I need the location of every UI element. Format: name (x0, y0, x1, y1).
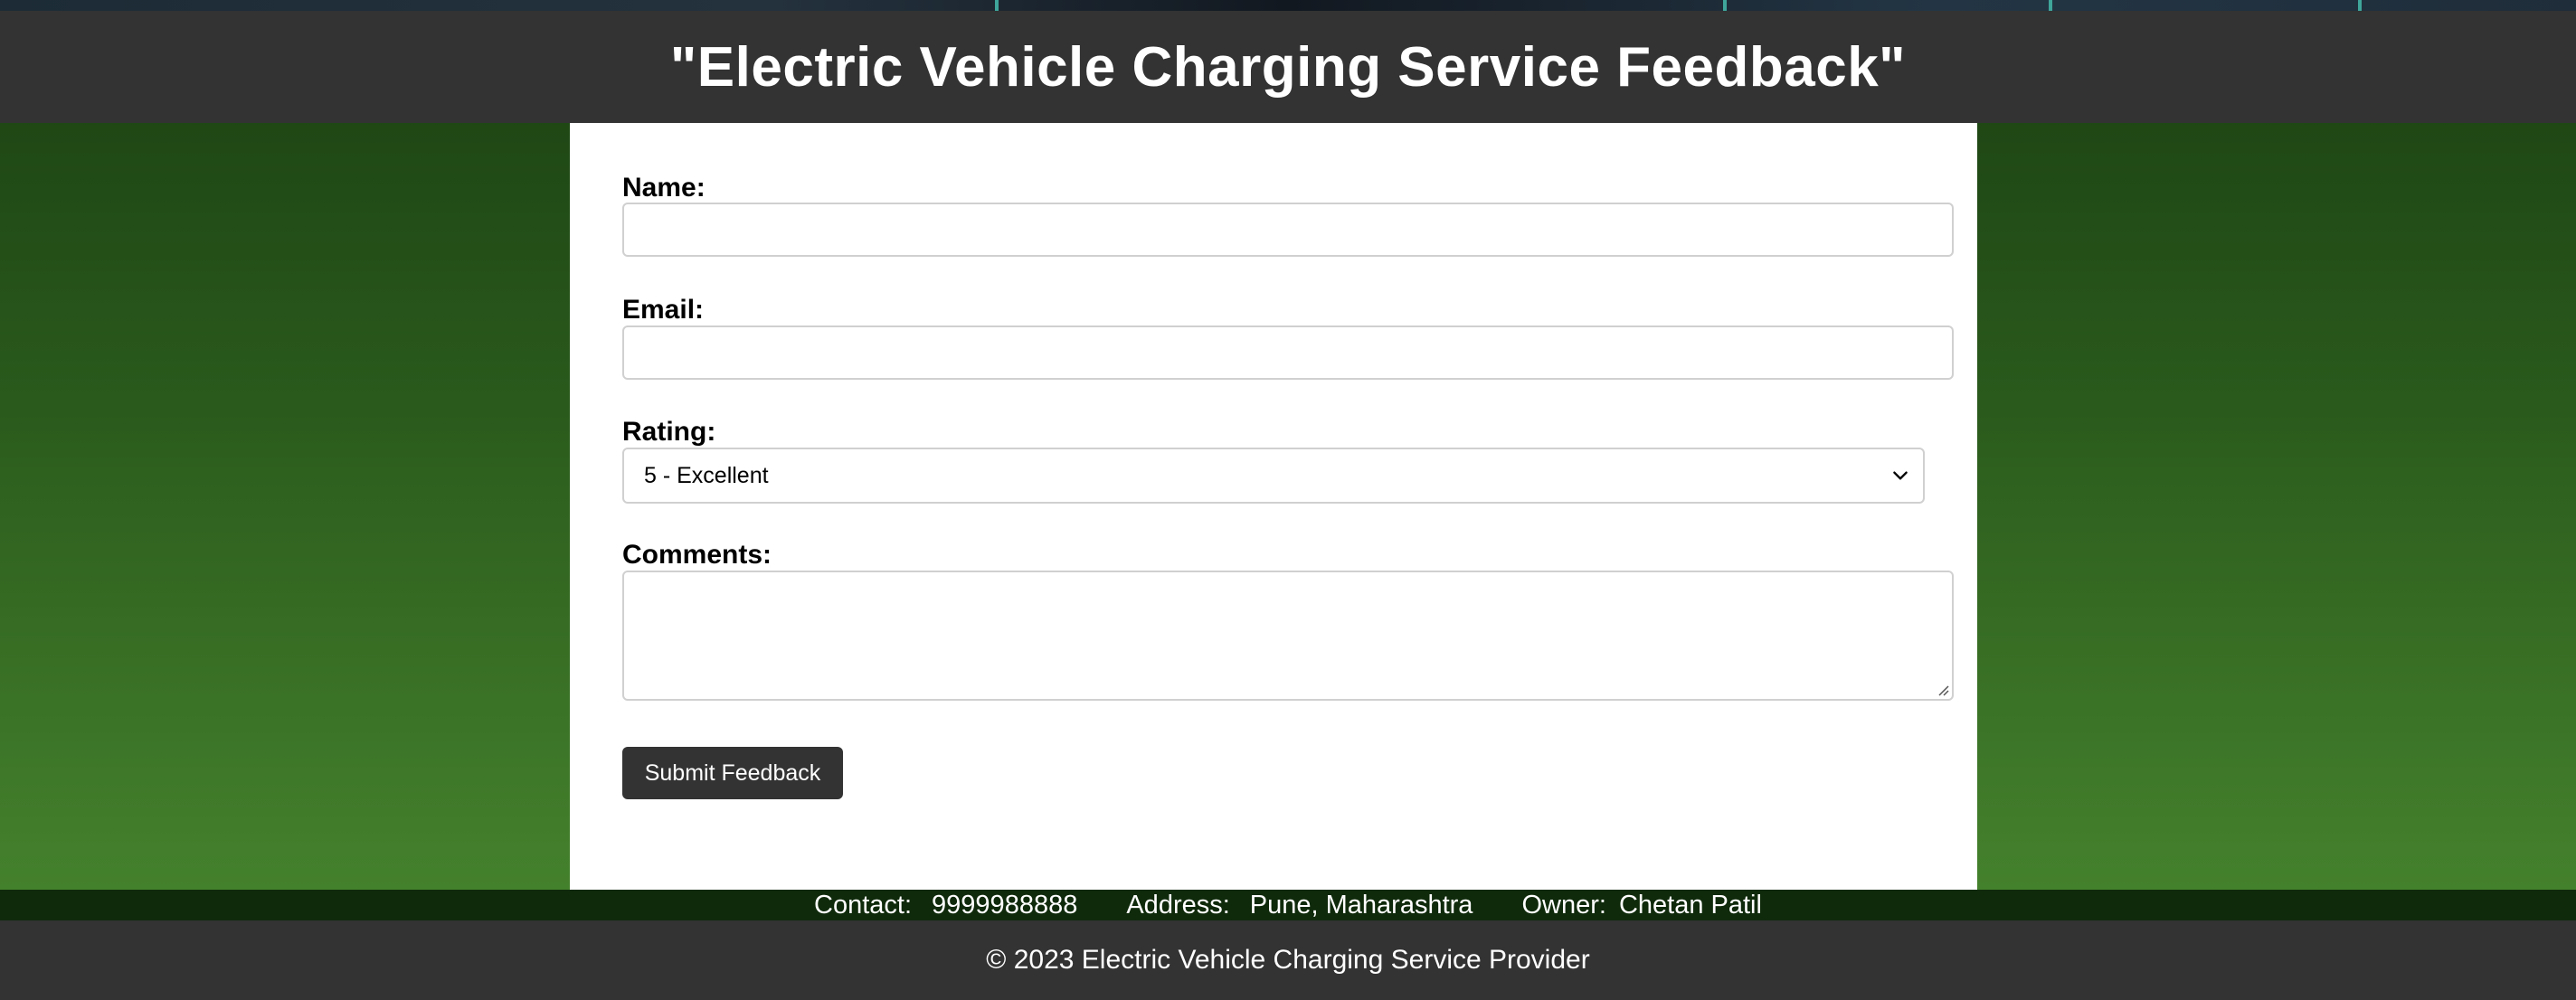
email-label: Email: (622, 295, 705, 325)
submit-feedback-button[interactable]: Submit Feedback (622, 747, 843, 799)
resize-grip-icon[interactable] (1936, 683, 1950, 697)
page-title: "Electric Vehicle Charging Service Feedb… (669, 35, 1907, 99)
address-value: Pune, Maharashtra (1249, 890, 1473, 920)
contact-label: Contact: (814, 890, 913, 920)
chevron-down-icon (1893, 471, 1908, 480)
page-header: "Electric Vehicle Charging Service Feedb… (0, 11, 2576, 123)
page-footer: © 2023 Electric Vehicle Charging Service… (0, 920, 2576, 1000)
rating-select[interactable]: 5 - Excellent (622, 448, 1925, 504)
contact-group: Contact: 9999988888 (814, 891, 1077, 920)
contact-info-bar: Contact: 9999988888 Address: Pune, Mahar… (0, 890, 2576, 920)
rating-selected-value: 5 - Excellent (644, 462, 769, 488)
rating-label: Rating: (622, 417, 716, 447)
address-label: Address: (1126, 890, 1230, 920)
comments-textarea[interactable] (622, 571, 1954, 701)
name-input[interactable] (622, 203, 1954, 257)
header-background-image (0, 0, 2576, 11)
copyright-text: © 2023 Electric Vehicle Charging Service… (986, 945, 1590, 975)
address-group: Address: Pune, Maharashtra (1126, 891, 1473, 920)
feedback-form: Name: Email: Rating: 5 - Excellent Comme… (570, 123, 1977, 890)
name-label: Name: (622, 173, 706, 203)
owner-value: Chetan Patil (1618, 890, 1762, 920)
contact-value: 9999988888 (932, 890, 1078, 920)
email-input[interactable] (622, 325, 1954, 380)
owner-label: Owner: (1521, 890, 1606, 920)
background-decoration (995, 0, 999, 11)
background-decoration (2049, 0, 2052, 11)
comments-label: Comments: (622, 540, 772, 570)
owner-group: Owner: Chetan Patil (1521, 891, 1761, 920)
background-decoration (1723, 0, 1727, 11)
background-decoration (2358, 0, 2362, 11)
